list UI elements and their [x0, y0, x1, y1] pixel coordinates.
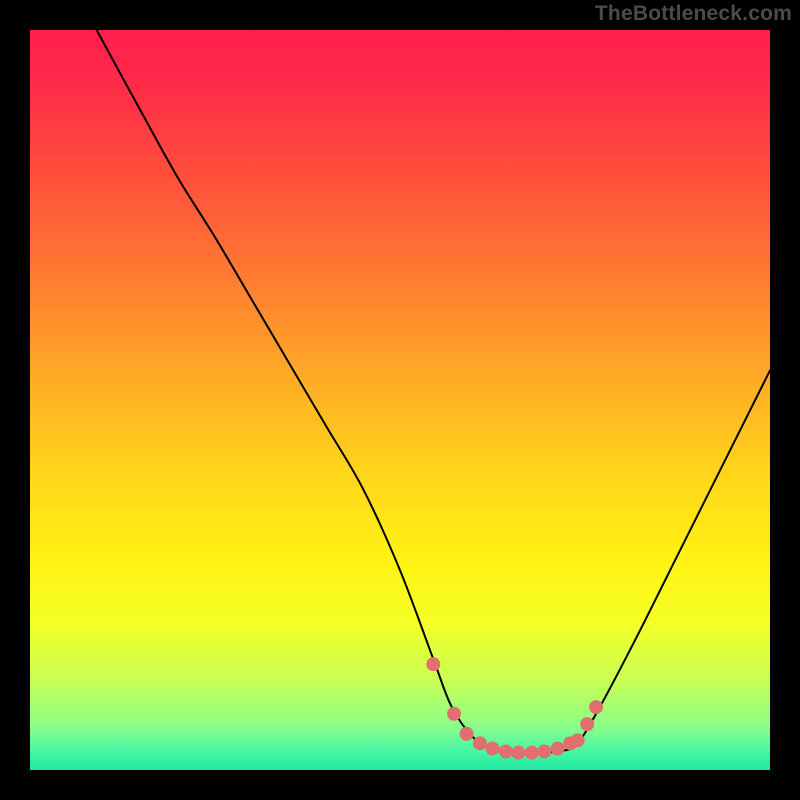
- optimal-marker: [426, 657, 440, 671]
- optimal-marker: [537, 745, 551, 759]
- optimal-marker: [473, 736, 487, 750]
- optimal-marker: [571, 733, 585, 747]
- optimal-marker: [589, 700, 603, 714]
- chart-plot-area: [30, 30, 770, 770]
- watermark-text: TheBottleneck.com: [595, 2, 792, 26]
- optimal-marker: [499, 745, 513, 759]
- optimal-marker: [580, 717, 594, 731]
- optimal-marker: [460, 727, 474, 741]
- chart-svg: [30, 30, 770, 770]
- heatmap-background: [30, 30, 770, 770]
- optimal-marker: [486, 742, 500, 756]
- optimal-marker: [525, 746, 539, 760]
- chart-frame: TheBottleneck.com: [0, 0, 800, 800]
- optimal-marker: [551, 742, 565, 756]
- optimal-marker: [511, 746, 525, 760]
- optimal-marker: [447, 707, 461, 721]
